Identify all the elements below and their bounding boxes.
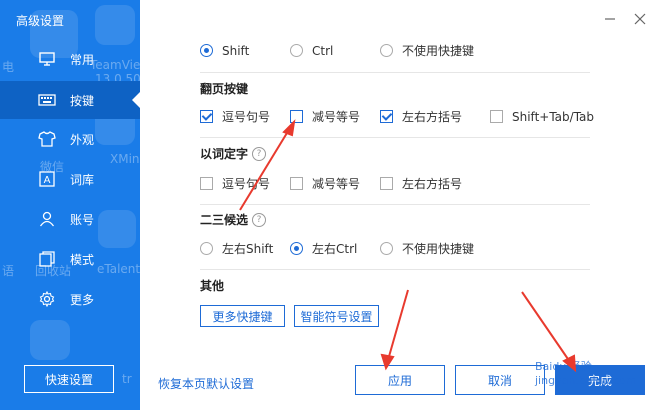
- shirt-icon: [38, 130, 56, 148]
- ghost-tile: [30, 320, 70, 360]
- nav-label: 常用: [70, 52, 95, 67]
- option-label: 不使用快捷键: [402, 44, 475, 58]
- option-label: Ctrl: [312, 43, 334, 58]
- nav-item-dictionary[interactable]: A 词库: [0, 160, 140, 198]
- divider: [200, 269, 590, 270]
- cancel-button[interactable]: 取消: [455, 365, 545, 395]
- nav-label: 模式: [70, 252, 95, 267]
- nav-label: 账号: [70, 212, 95, 227]
- nav-item-more[interactable]: 更多: [0, 280, 140, 318]
- user-icon: [38, 210, 56, 228]
- svg-text:A: A: [44, 175, 51, 186]
- baidu-watermark: Baidu 经验 jingyan.baidu.com: [535, 360, 637, 387]
- page-turn-options: 逗号句号 减号等号 左右方括号 Shift+Tab/Tab: [200, 108, 594, 125]
- option-label: 不使用快捷键: [402, 242, 475, 256]
- radio-shift[interactable]: Shift: [200, 44, 290, 58]
- nav-label: 外观: [70, 132, 95, 147]
- word-to-char-options: 逗号句号 减号等号 左右方括号: [200, 175, 462, 192]
- gear-icon: [38, 290, 56, 308]
- checkbox-indicator: [290, 177, 303, 190]
- option-label: 逗号句号: [222, 177, 271, 191]
- more-shortcuts-button[interactable]: 更多快捷键: [200, 305, 285, 327]
- radio-no-shortcut[interactable]: 不使用快捷键: [380, 42, 474, 59]
- radio-left-right-shift[interactable]: 左右Shift: [200, 240, 290, 257]
- checkbox-brackets[interactable]: 左右方括号: [380, 108, 490, 125]
- nav-item-mode[interactable]: 模式: [0, 240, 140, 278]
- option-label: 逗号句号: [222, 110, 271, 124]
- settings-title: 高级设置: [16, 14, 65, 28]
- minimize-button[interactable]: [600, 10, 620, 30]
- radio-indicator: [380, 44, 393, 57]
- section-title-page-turn: 翻页按键: [200, 80, 248, 97]
- keyboard-icon: [38, 91, 56, 109]
- option-label: 左右方括号: [402, 177, 463, 191]
- quick-settings-button[interactable]: 快速设置: [24, 365, 114, 393]
- close-icon: [634, 13, 646, 28]
- option-label: 左右方括号: [402, 110, 463, 124]
- section-title-second-third: 二三候选?: [200, 211, 267, 228]
- radio-indicator: [200, 242, 213, 255]
- nav-label: 更多: [70, 292, 95, 307]
- section-title-text: 其他: [200, 279, 225, 293]
- nav-label: 按键: [70, 93, 95, 108]
- second-third-options: 左右Shift 左右Ctrl 不使用快捷键: [200, 240, 474, 257]
- arrow-to-done: [521, 291, 571, 363]
- help-icon[interactable]: ?: [252, 212, 267, 227]
- apply-button[interactable]: 应用: [355, 365, 445, 395]
- nav-label: 词库: [70, 172, 95, 187]
- checkbox-minus-equal[interactable]: 减号等号: [290, 175, 380, 192]
- arrow-to-apply: [387, 289, 409, 361]
- section-title-other: 其他: [200, 277, 224, 294]
- monitor-icon: [38, 50, 56, 68]
- section-title-text: 以词定字: [200, 147, 249, 161]
- nav-item-common[interactable]: 常用: [0, 40, 140, 78]
- radio-indicator: [200, 44, 213, 57]
- checkbox-indicator: [380, 110, 393, 123]
- option-label: Shift+Tab/Tab: [512, 109, 595, 124]
- mode-icon: [38, 250, 56, 268]
- checkbox-brackets[interactable]: 左右方括号: [380, 175, 462, 192]
- arrow-to-minus-equal: [239, 127, 291, 211]
- divider: [200, 72, 590, 73]
- checkbox-indicator: [200, 110, 213, 123]
- radio-indicator: [380, 242, 393, 255]
- checkbox-indicator: [290, 110, 303, 123]
- radio-left-right-ctrl[interactable]: 左右Ctrl: [290, 240, 380, 257]
- checkbox-comma-period[interactable]: 逗号句号: [200, 175, 290, 192]
- option-label: 左右Ctrl: [312, 242, 358, 256]
- checkbox-minus-equal[interactable]: 减号等号: [290, 108, 380, 125]
- checkbox-indicator: [200, 177, 213, 190]
- checkbox-comma-period[interactable]: 逗号句号: [200, 108, 290, 125]
- close-button[interactable]: [630, 10, 650, 30]
- checkbox-indicator: [380, 177, 393, 190]
- radio-no-shortcut[interactable]: 不使用快捷键: [380, 240, 474, 257]
- dictionary-icon: A: [38, 170, 56, 188]
- option-label: Shift: [222, 43, 250, 58]
- restore-defaults-link[interactable]: 恢复本页默认设置: [158, 375, 254, 392]
- smart-symbol-settings-button[interactable]: 智能符号设置: [294, 305, 379, 327]
- radio-ctrl[interactable]: Ctrl: [290, 44, 380, 58]
- nav-item-account[interactable]: 账号: [0, 200, 140, 238]
- radio-indicator: [290, 242, 303, 255]
- ghost-text: tr: [122, 372, 132, 386]
- divider: [200, 204, 590, 205]
- ime-switch-options: Shift Ctrl 不使用快捷键: [200, 42, 474, 59]
- option-label: 减号等号: [312, 177, 361, 191]
- divider: [200, 137, 590, 138]
- nav-item-appearance[interactable]: 外观: [0, 120, 140, 158]
- option-label: 减号等号: [312, 110, 361, 124]
- nav-item-keys[interactable]: 按键: [0, 81, 140, 119]
- checkbox-shift-tab[interactable]: Shift+Tab/Tab: [490, 110, 594, 124]
- checkbox-indicator: [490, 110, 503, 123]
- section-title-text: 翻页按键: [200, 82, 249, 96]
- sidebar: TeamVie 13.0.505 微信 XMin 回收站 eTalent 电 语…: [0, 0, 140, 410]
- help-icon[interactable]: ?: [252, 146, 267, 161]
- option-label: 左右Shift: [222, 242, 274, 256]
- minimize-icon: [604, 13, 616, 28]
- section-title-word-to-char: 以词定字?: [200, 145, 267, 162]
- section-title-text: 二三候选: [200, 213, 249, 227]
- radio-indicator: [290, 44, 303, 57]
- ghost-tile: [95, 5, 135, 45]
